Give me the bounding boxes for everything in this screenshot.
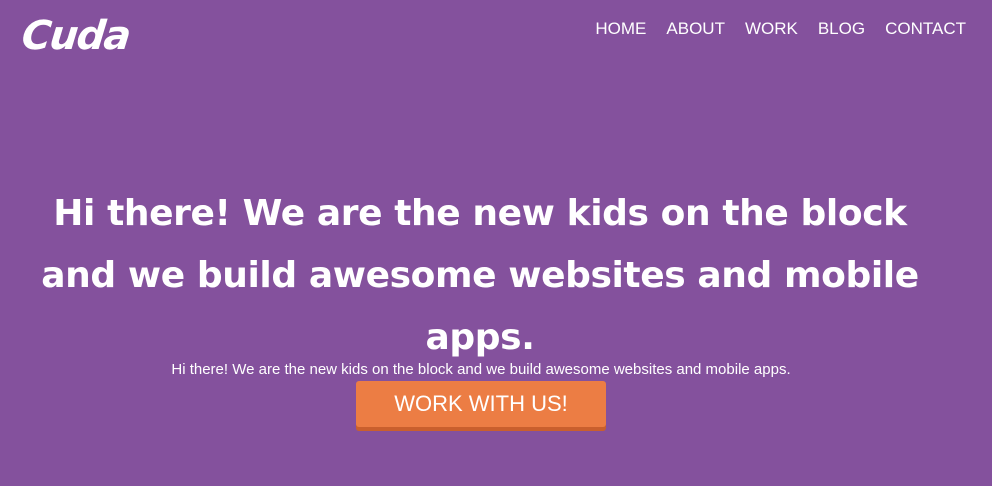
nav-item-blog[interactable]: BLOG xyxy=(818,18,865,40)
nav-item-work[interactable]: WORK xyxy=(745,18,798,40)
work-with-us-button[interactable]: WORK WITH US! xyxy=(356,381,606,427)
hero-title: Hi there! We are the new kids on the blo… xyxy=(41,193,919,358)
logo[interactable]: Cuda xyxy=(19,12,132,60)
nav-item-about[interactable]: ABOUT xyxy=(666,18,725,40)
hero-subtitle: Hi there! We are the new kids on the blo… xyxy=(171,361,791,378)
main-nav: HOME ABOUT WORK BLOG CONTACT xyxy=(595,18,966,40)
nav-item-home[interactable]: HOME xyxy=(595,18,646,40)
nav-item-contact[interactable]: CONTACT xyxy=(885,18,966,40)
hero-section: Hi there! We are the new kids on the blo… xyxy=(0,183,992,381)
